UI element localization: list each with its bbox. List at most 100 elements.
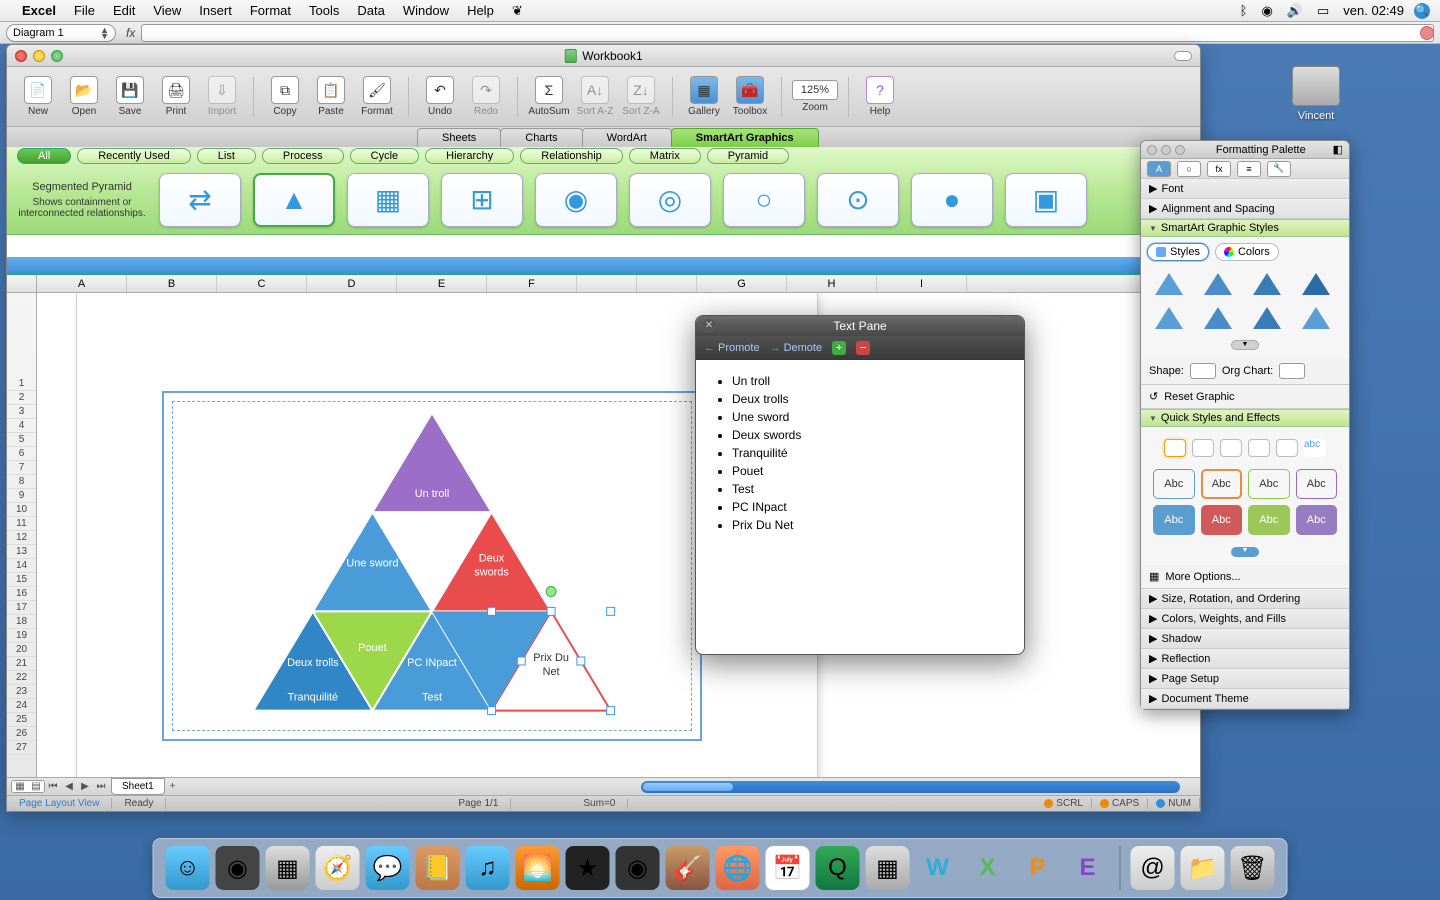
pyr-style-4[interactable] — [1298, 271, 1334, 297]
dock-office[interactable]: ▦ — [866, 846, 910, 890]
undo-button[interactable]: ↶Undo — [419, 76, 461, 117]
palette-titlebar[interactable]: Formatting Palette ◧ — [1141, 141, 1349, 159]
toolbox-button[interactable]: 🧰Toolbox — [729, 76, 771, 117]
open-button[interactable]: 📂Open — [63, 76, 105, 117]
palette-close-button[interactable] — [1147, 145, 1157, 155]
format-button[interactable]: 🖌Format — [356, 76, 398, 117]
sort-az-button[interactable]: A↓Sort A-Z — [574, 76, 616, 117]
next-sheet-button[interactable]: ▶ — [77, 781, 93, 792]
select-all-corner[interactable] — [7, 275, 37, 292]
battery-icon[interactable]: ▭ — [1317, 3, 1329, 19]
list-item[interactable]: Un troll — [732, 374, 1004, 388]
section-shadow[interactable]: ▶Shadow — [1141, 629, 1349, 649]
dock-safari[interactable]: 🧭 — [316, 846, 360, 890]
abc-style-1[interactable]: Abc — [1153, 469, 1195, 499]
text-pane-titlebar[interactable]: ✕ Text Pane — [696, 316, 1024, 336]
palette-tab-2[interactable]: ○ — [1177, 161, 1201, 177]
dock-idvd[interactable]: ◉ — [616, 846, 660, 890]
smartart-thumb-10[interactable]: ▣ — [1005, 173, 1087, 227]
dock-itunes[interactable]: ♫ — [466, 846, 510, 890]
spotlight-icon[interactable]: 🔍 — [1414, 3, 1430, 19]
col-C[interactable]: C — [217, 275, 307, 292]
script-menu-icon[interactable]: ❦ — [512, 3, 523, 19]
menu-view[interactable]: View — [153, 3, 181, 18]
remove-item-button[interactable]: − — [856, 341, 870, 355]
orgchart-select[interactable] — [1279, 363, 1305, 379]
section-smartart-styles[interactable]: ▼SmartArt Graphic Styles — [1141, 219, 1349, 237]
text-pane-close-button[interactable]: ✕ — [702, 319, 716, 333]
smartart-thumb-6[interactable]: ◎ — [629, 173, 711, 227]
qs-line-button[interactable] — [1192, 439, 1214, 457]
menu-tools[interactable]: Tools — [309, 3, 339, 18]
cat-cycle[interactable]: Cycle — [350, 148, 420, 164]
dock-entourage[interactable]: E — [1066, 846, 1110, 890]
dock-iweb[interactable]: 🌐 — [716, 846, 760, 890]
smartart-thumb-4[interactable]: ⊞ — [441, 173, 523, 227]
smartart-thumb-pyramid[interactable]: ▲ — [253, 173, 335, 227]
shape-select[interactable] — [1190, 363, 1216, 379]
app-menu[interactable]: Excel — [22, 3, 56, 18]
cat-hierarchy[interactable]: Hierarchy — [425, 148, 514, 164]
scrl-toggle[interactable]: SCRL — [1036, 798, 1092, 809]
menu-help[interactable]: Help — [467, 3, 494, 18]
smartart-thumb-9[interactable]: ● — [911, 173, 993, 227]
smartart-thumb-5[interactable]: ◉ — [535, 173, 617, 227]
reset-row[interactable]: ↺ Reset Graphic — [1141, 385, 1349, 409]
view-normal-button[interactable]: ▦ — [12, 781, 28, 792]
sort-za-button[interactable]: Z↓Sort Z-A — [620, 76, 662, 117]
smartart-thumb-1[interactable]: ⇄ — [159, 173, 241, 227]
qs-3d-button[interactable] — [1276, 439, 1298, 457]
toolbar-toggle-button[interactable] — [1174, 51, 1192, 61]
col-B[interactable]: B — [127, 275, 217, 292]
abc-style-8[interactable]: Abc — [1296, 505, 1338, 535]
pyr-style-8[interactable] — [1298, 305, 1334, 331]
bluetooth-icon[interactable]: ᛒ — [1240, 3, 1248, 18]
pyr-style-5[interactable] — [1151, 305, 1187, 331]
dock-imovie[interactable]: ★ — [566, 846, 610, 890]
pyr-style-7[interactable] — [1249, 305, 1285, 331]
close-window-button[interactable] — [15, 50, 27, 62]
text-pane-list[interactable]: Un troll Deux trolls Une sword Deux swor… — [696, 360, 1024, 546]
copy-button[interactable]: ⧉Copy — [264, 76, 306, 117]
volume-icon[interactable]: 🔊 — [1287, 3, 1303, 19]
zoom-value[interactable]: 125% — [792, 80, 838, 100]
tab-wordart[interactable]: WordArt — [582, 128, 672, 147]
tab-smartart[interactable]: SmartArt Graphics — [671, 128, 819, 147]
abc-style-2[interactable]: Abc — [1201, 469, 1243, 499]
paste-button[interactable]: 📋Paste — [310, 76, 352, 117]
qs-bevel-button[interactable] — [1248, 439, 1270, 457]
formula-input[interactable] — [141, 24, 1434, 42]
tab-charts[interactable]: Charts — [500, 128, 582, 147]
list-item[interactable]: Pouet — [732, 464, 1004, 478]
clock[interactable]: ven. 02:49 — [1343, 3, 1404, 18]
section-font[interactable]: ▶Font — [1141, 179, 1349, 199]
minimize-window-button[interactable] — [33, 50, 45, 62]
section-page-setup[interactable]: ▶Page Setup — [1141, 669, 1349, 689]
gallery-button[interactable]: ▦Gallery — [683, 76, 725, 117]
abc-style-5[interactable]: Abc — [1153, 505, 1195, 535]
tab-sheets[interactable]: Sheets — [417, 128, 501, 147]
dock-mail-stack[interactable]: @ — [1131, 846, 1175, 890]
promote-button[interactable]: ←Promote — [704, 342, 760, 354]
cat-matrix[interactable]: Matrix — [629, 148, 701, 164]
text-pane-window[interactable]: ✕ Text Pane ←Promote →Demote + − Un trol… — [695, 315, 1025, 655]
dock-word[interactable]: W — [916, 846, 960, 890]
new-button[interactable]: 📄New — [17, 76, 59, 117]
col-G[interactable]: G — [697, 275, 787, 292]
more-options-row[interactable]: ▦ More Options... — [1141, 565, 1349, 589]
menu-data[interactable]: Data — [357, 3, 384, 18]
palette-collapse-button[interactable]: ◧ — [1333, 143, 1343, 156]
section-alignment[interactable]: ▶Alignment and Spacing — [1141, 199, 1349, 219]
list-item[interactable]: Une sword — [732, 410, 1004, 424]
menu-file[interactable]: File — [74, 3, 95, 18]
list-item[interactable]: Prix Du Net — [732, 518, 1004, 532]
section-reflection[interactable]: ▶Reflection — [1141, 649, 1349, 669]
dock-addressbook[interactable]: 📒 — [416, 846, 460, 890]
palette-tab-3[interactable]: fx — [1207, 161, 1231, 177]
menu-insert[interactable]: Insert — [199, 3, 232, 18]
dock-quicktime[interactable]: Q — [816, 846, 860, 890]
dock-ichat[interactable]: 💬 — [366, 846, 410, 890]
dock-ical[interactable]: 📅 — [766, 846, 810, 890]
pyr-style-3[interactable] — [1249, 271, 1285, 297]
demote-button[interactable]: →Demote — [770, 342, 823, 354]
